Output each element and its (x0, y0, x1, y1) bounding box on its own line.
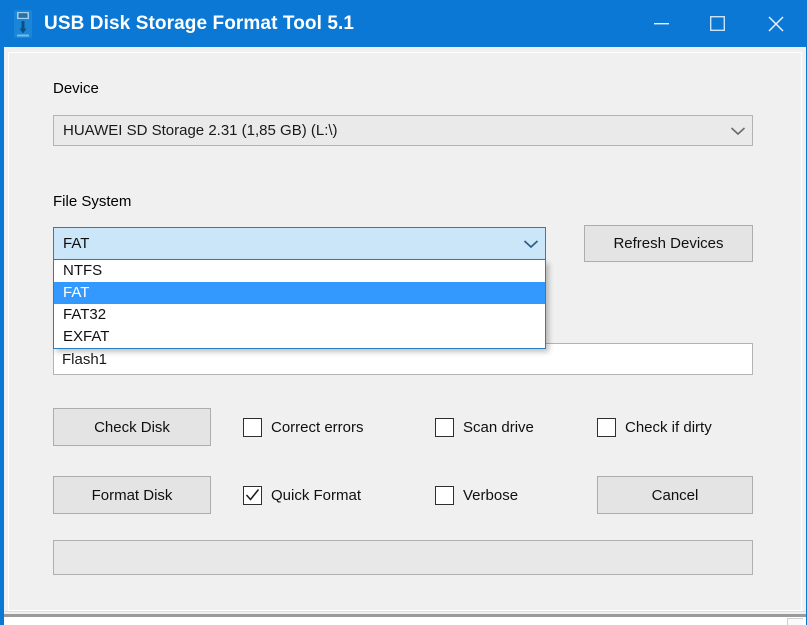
chevron-down-icon (730, 126, 746, 135)
checkbox-label: Quick Format (271, 487, 362, 504)
checkbox-label: Correct errors (271, 419, 364, 436)
checkbox-box (243, 486, 262, 505)
checkbox-scan-drive[interactable]: Scan drive (435, 418, 534, 437)
maximize-icon (709, 16, 725, 31)
close-icon (768, 15, 784, 32)
checkbox-verbose[interactable]: Verbose (435, 486, 518, 505)
checkbox-label: Verbose (463, 487, 519, 504)
file-system-label: File System (53, 193, 132, 210)
device-combobox-value: HUAWEI SD Storage 2.31 (1,85 GB) (L:\) (63, 122, 338, 139)
usb-drive-icon (14, 9, 32, 38)
title-bar: USB Disk Storage Format Tool 5.1 (4, 0, 806, 47)
checkbox-label: Scan drive (463, 419, 534, 436)
checkbox-box (435, 418, 454, 437)
file-system-dropdown-list[interactable]: NTFS FAT FAT32 EXFAT (53, 260, 546, 349)
chevron-down-icon (523, 239, 539, 248)
window-title: USB Disk Storage Format Tool 5.1 (44, 12, 355, 34)
checkbox-quick-format[interactable]: Quick Format (243, 486, 361, 505)
checkbox-check-if-dirty[interactable]: Check if dirty (597, 418, 712, 437)
cancel-button[interactable]: Cancel (597, 476, 753, 514)
client-area: Device HUAWEI SD Storage 2.31 (1,85 GB) … (4, 47, 806, 625)
dropdown-option-fat[interactable]: FAT (54, 282, 545, 304)
dropdown-option-exfat[interactable]: EXFAT (54, 326, 545, 348)
app-window: USB Disk Storage Format Tool 5.1 Device … (0, 0, 807, 625)
maximize-button[interactable] (689, 0, 745, 47)
minimize-icon (653, 22, 669, 24)
dropdown-option-fat32[interactable]: FAT32 (54, 304, 545, 326)
volume-label-value: Flash1 (62, 350, 108, 368)
device-label: Device (53, 80, 99, 97)
checkbox-box (597, 418, 616, 437)
resize-grip[interactable] (787, 618, 803, 625)
checkbox-box (435, 486, 454, 505)
format-disk-button[interactable]: Format Disk (53, 476, 211, 514)
check-disk-button[interactable]: Check Disk (53, 408, 211, 446)
device-combobox[interactable]: HUAWEI SD Storage 2.31 (1,85 GB) (L:\) (53, 115, 753, 146)
close-button[interactable] (745, 0, 806, 47)
refresh-devices-button[interactable]: Refresh Devices (584, 225, 753, 262)
checkbox-box (243, 418, 262, 437)
file-system-combobox-value: FAT (63, 235, 90, 252)
checkmark-icon (245, 489, 260, 501)
checkbox-correct-errors[interactable]: Correct errors (243, 418, 364, 437)
checkbox-label: Check if dirty (625, 419, 712, 436)
dropdown-option-ntfs[interactable]: NTFS (54, 260, 545, 282)
main-panel: Device HUAWEI SD Storage 2.31 (1,85 GB) … (8, 52, 802, 611)
file-system-combobox[interactable]: FAT (53, 227, 546, 260)
window-bottom-edge (4, 617, 806, 625)
window-controls (633, 0, 806, 47)
status-progress-bar (53, 540, 753, 575)
minimize-button[interactable] (633, 0, 689, 47)
